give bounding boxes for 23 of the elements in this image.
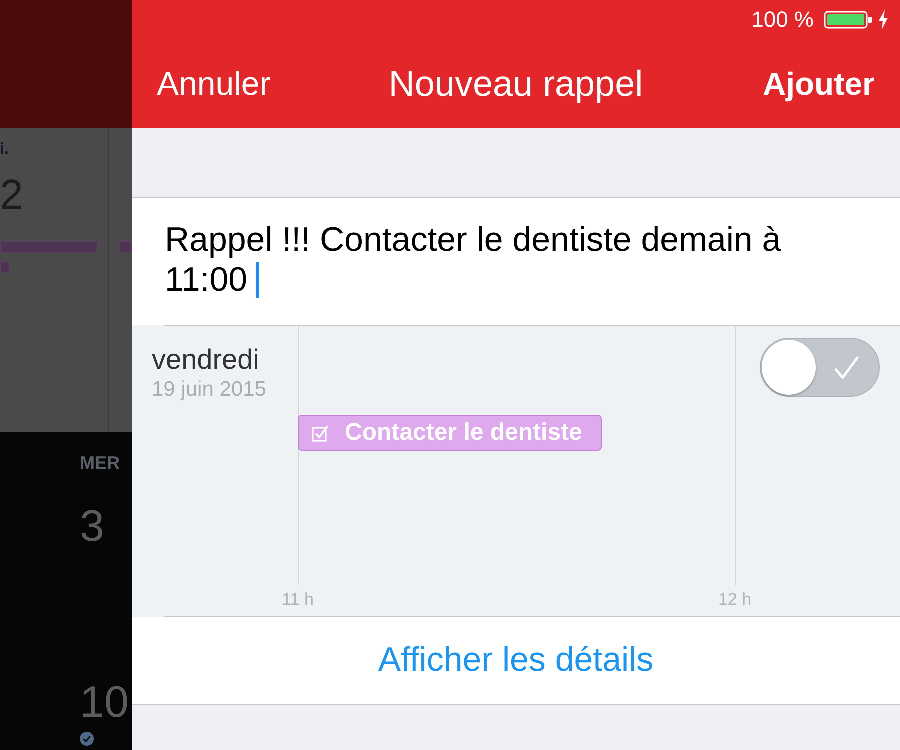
weekday-label: vendredi	[152, 344, 260, 376]
checkbox-ticked-icon	[312, 424, 329, 442]
event-bar	[119, 241, 132, 253]
hour-label: 11 h	[282, 590, 314, 608]
battery-icon	[824, 11, 872, 29]
weekday-label: MER	[80, 452, 120, 474]
battery-percentage: 100 %	[752, 7, 814, 33]
cancel-button[interactable]: Annuler	[157, 65, 271, 103]
text-cursor	[256, 262, 259, 298]
event-bar	[0, 261, 10, 273]
check-icon	[834, 354, 860, 380]
hour-label: 12 h	[718, 590, 752, 608]
check-circle-icon	[80, 732, 94, 746]
day-number: 3	[80, 502, 104, 552]
add-button[interactable]: Ajouter	[763, 65, 875, 103]
event-title: Contacter le dentiste	[345, 418, 582, 448]
reminder-text-field[interactable]: Rappel !!! Contacter le dentiste demain à 11:00	[132, 198, 900, 325]
show-details-button[interactable]: Afficher les détails	[132, 617, 900, 705]
day-number: 10	[80, 678, 129, 728]
weekday-label: i.	[0, 140, 9, 160]
screen-title: Nouveau rappel	[388, 63, 644, 105]
charging-bolt-icon	[879, 10, 888, 30]
date-label: 19 juin 2015	[152, 377, 266, 403]
